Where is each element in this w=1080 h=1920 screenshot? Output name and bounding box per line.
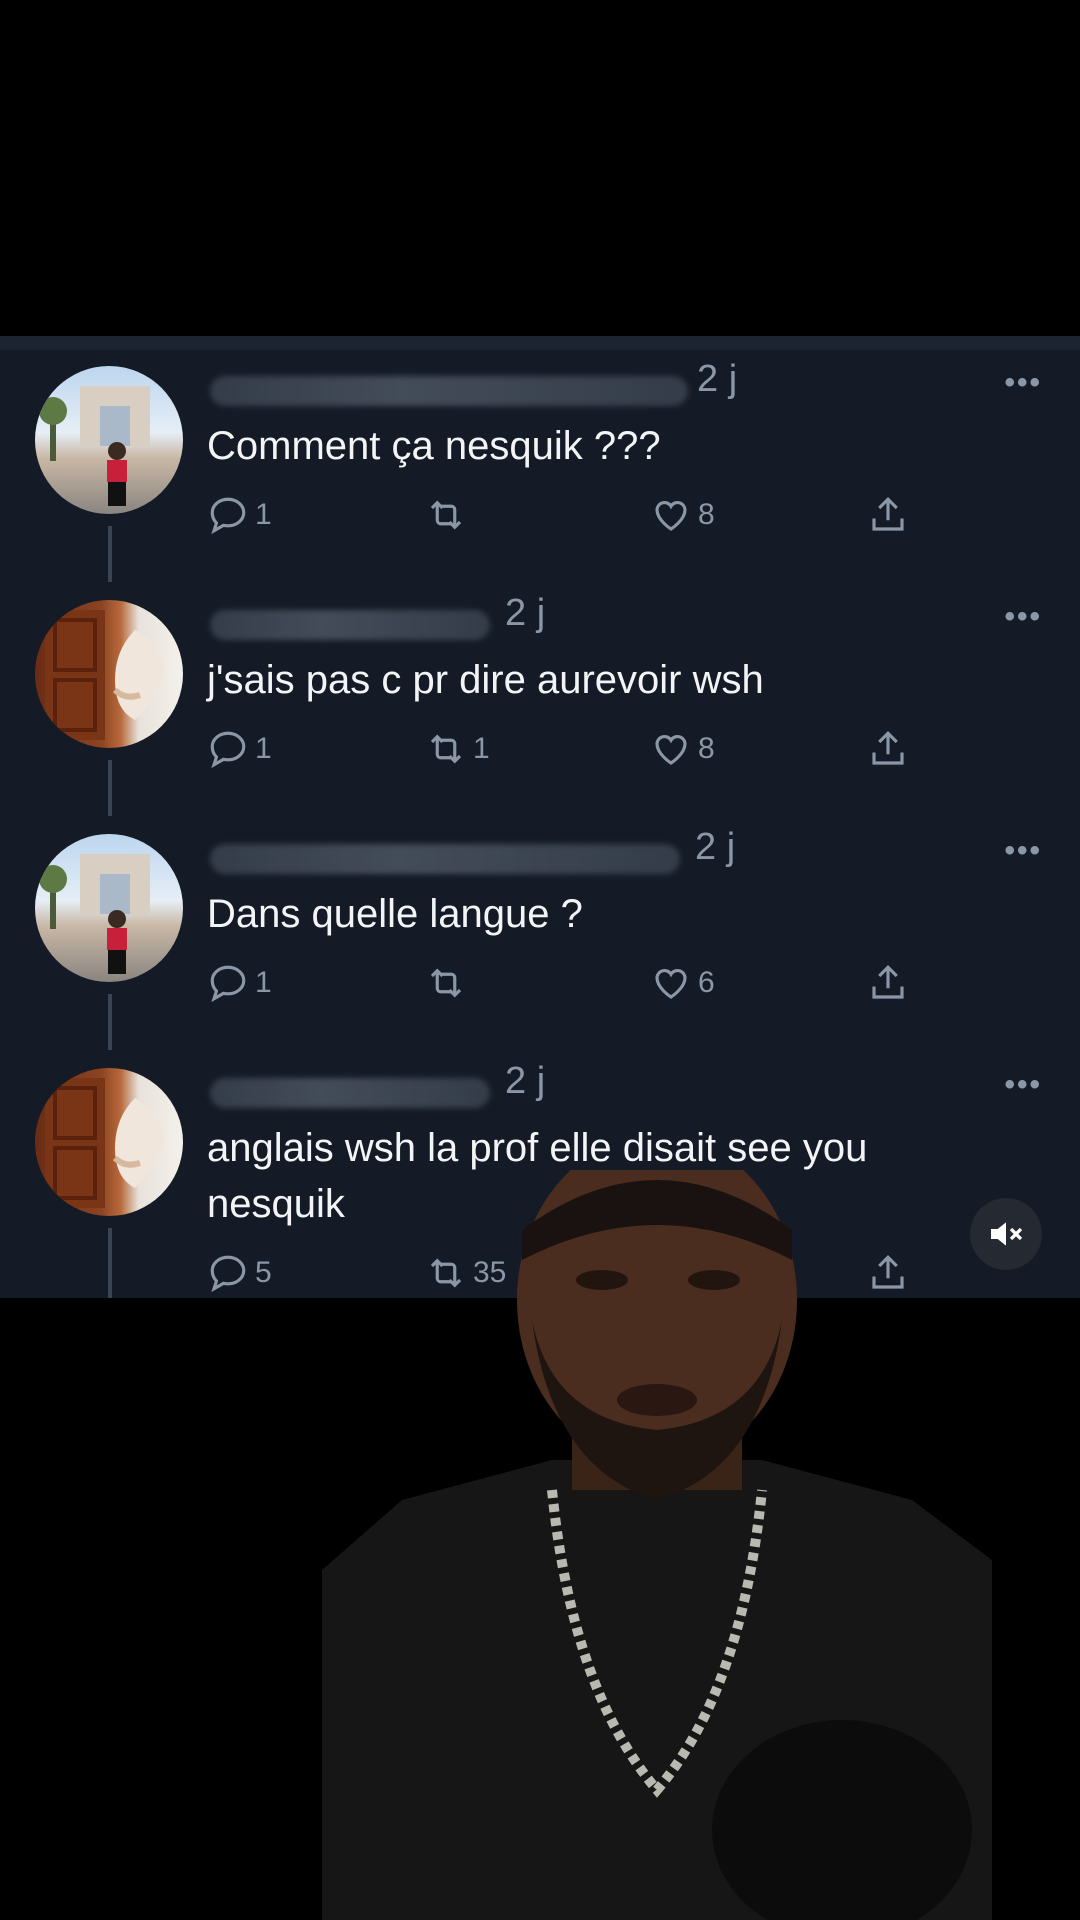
tweet-actions: 1 8 bbox=[207, 494, 927, 542]
like-count: 6 bbox=[698, 966, 715, 999]
share-icon bbox=[872, 497, 904, 531]
arc-photo-icon bbox=[39, 854, 150, 974]
like-button[interactable]: 8 bbox=[650, 494, 715, 536]
reply-icon bbox=[210, 497, 246, 535]
heart-icon bbox=[655, 969, 687, 999]
retweet-button[interactable] bbox=[425, 494, 473, 536]
reply-button[interactable]: 1 bbox=[207, 962, 272, 1004]
reply-count: 5 bbox=[255, 1256, 272, 1289]
reply-button[interactable]: 1 bbox=[207, 728, 272, 770]
like-count: 8 bbox=[698, 498, 715, 531]
mute-button[interactable] bbox=[970, 1198, 1042, 1270]
share-button[interactable] bbox=[867, 962, 909, 1004]
reply-count: 1 bbox=[255, 966, 272, 999]
tweet-text: j'sais pas c pr dire aurevoir wsh bbox=[207, 658, 764, 702]
share-button[interactable] bbox=[867, 494, 909, 536]
thread-line bbox=[108, 760, 112, 816]
more-icon[interactable]: ••• bbox=[1004, 366, 1042, 400]
share-button[interactable] bbox=[867, 728, 909, 770]
mute-icon bbox=[991, 1222, 1023, 1246]
like-button[interactable]: 8 bbox=[650, 728, 715, 770]
heart-icon bbox=[655, 501, 687, 531]
avatar-arc-de-triomphe[interactable] bbox=[35, 366, 183, 514]
reply-count: 1 bbox=[255, 732, 272, 765]
retweet-icon bbox=[430, 734, 462, 764]
share-icon bbox=[872, 965, 904, 999]
top-letterbox bbox=[0, 0, 1080, 336]
avatar-wooden-door[interactable] bbox=[35, 600, 183, 748]
retweet-count: 1 bbox=[473, 732, 490, 765]
more-icon[interactable]: ••• bbox=[1004, 600, 1042, 634]
timestamp: 2 j bbox=[505, 592, 546, 634]
reply-icon bbox=[210, 731, 246, 769]
heart-icon bbox=[655, 735, 687, 765]
more-icon[interactable]: ••• bbox=[1004, 834, 1042, 868]
username-blurred bbox=[210, 1078, 490, 1108]
share-icon bbox=[872, 731, 904, 765]
more-icon[interactable]: ••• bbox=[1004, 1068, 1042, 1102]
thread-line bbox=[108, 994, 112, 1050]
retweet-icon bbox=[430, 500, 462, 530]
like-count: 8 bbox=[698, 732, 715, 765]
person-silhouette-icon bbox=[322, 1170, 992, 1920]
timestamp: 2 j bbox=[695, 826, 736, 868]
username-blurred bbox=[210, 610, 490, 640]
top-divider bbox=[0, 336, 1080, 350]
reply-button[interactable]: 1 bbox=[207, 494, 272, 536]
tweet-actions: 1 6 bbox=[207, 962, 927, 1010]
tweet-text: Dans quelle langue ? bbox=[207, 892, 583, 936]
retweet-button[interactable]: 1 bbox=[425, 728, 490, 770]
retweet-icon bbox=[430, 968, 462, 998]
reply-icon bbox=[210, 1255, 246, 1293]
avatar-arc-de-triomphe[interactable] bbox=[35, 834, 183, 982]
username-blurred bbox=[210, 376, 688, 406]
thread-line bbox=[108, 1228, 112, 1298]
door-photo-icon bbox=[45, 1078, 165, 1208]
door-photo-icon bbox=[45, 610, 165, 740]
arc-photo-icon bbox=[39, 386, 150, 506]
reply-icon bbox=[210, 965, 246, 1003]
like-button[interactable]: 6 bbox=[650, 962, 715, 1004]
timestamp: 2 j bbox=[697, 358, 738, 400]
tweet-text: Comment ça nesquik ??? bbox=[207, 424, 661, 468]
tweet-thread-screenshot: 2 j ••• Comment ça nesquik ??? 1 8 2 j •… bbox=[0, 336, 1080, 1298]
thread-line bbox=[108, 526, 112, 582]
timestamp: 2 j bbox=[505, 1060, 546, 1102]
reply-count: 1 bbox=[255, 498, 272, 531]
retweet-button[interactable] bbox=[425, 962, 473, 1004]
avatar-wooden-door[interactable] bbox=[35, 1068, 183, 1216]
creator-video-overlay bbox=[322, 1170, 992, 1920]
tweet-actions: 1 1 8 bbox=[207, 728, 927, 776]
username-blurred bbox=[210, 844, 680, 874]
reply-button[interactable]: 5 bbox=[207, 1252, 272, 1294]
